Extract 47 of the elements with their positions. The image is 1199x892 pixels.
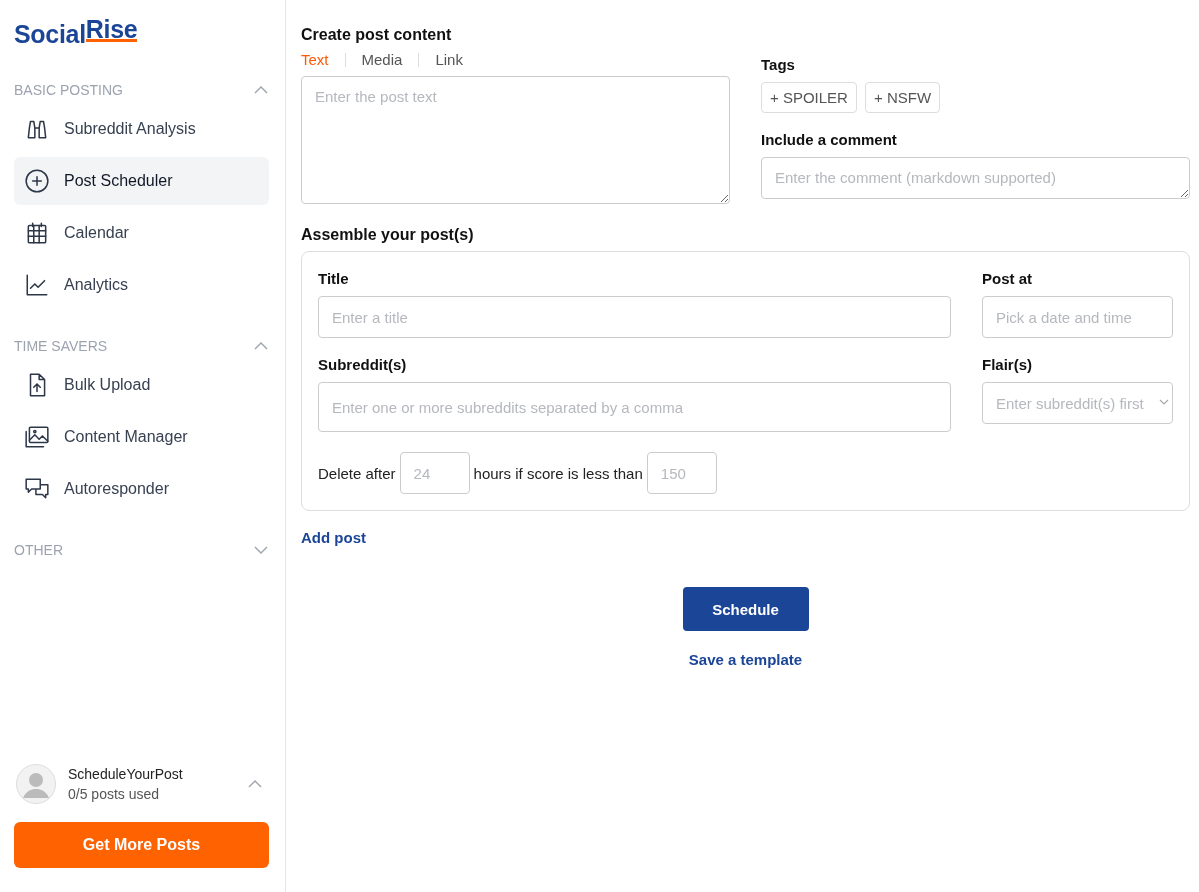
sidebar-item[interactable]: Content Manager [14,413,269,461]
subreddits-field[interactable]: Enter one or more subreddits separated by a comma [318,382,951,432]
title-field[interactable]: Enter a title [318,296,951,338]
account-chevron-icon[interactable] [247,779,263,789]
chevron-icon [1159,398,1169,406]
field-label: Include a comment [761,131,898,148]
account-name: ScheduleYourPost [68,766,184,782]
avatar [16,764,56,804]
tag-button[interactable]: + NSFW [864,82,941,113]
field-label: Subreddit(s) [318,356,408,373]
score-field[interactable]: 150 [646,452,717,494]
section-heading: Assemble your post(s) [301,226,475,244]
sidebar-item[interactable]: Autoresponder [14,465,269,513]
sidebar-item[interactable]: Post Scheduler [14,157,269,205]
collapse-chevron-icon[interactable] [253,85,269,95]
content-tab[interactable]: Media [361,51,403,68]
flair-select[interactable]: Enter subreddit(s) first [982,382,1173,424]
section-title: OTHER [14,542,63,558]
sidebar-item[interactable]: Subreddit Analysis [14,105,269,153]
plus-circle-icon [24,168,50,194]
comment-field[interactable]: Enter the comment (markdown supported) [761,157,1190,199]
date-time-field[interactable]: Pick a date and time [982,296,1173,338]
hours-field[interactable]: 24 [399,452,470,494]
field-label: Tags [761,56,796,73]
sidebar-item[interactable]: Calendar [14,209,269,257]
save-template-link[interactable]: Save a template [688,651,803,668]
section-title: TIME SAVERS [14,338,108,354]
section-heading: Create post content [301,26,453,44]
add-post-link[interactable]: Add post [301,529,366,546]
field-label: Post at [982,270,1033,287]
section-title: BASIC POSTING [14,82,123,98]
delete-rule-text: Delete after [318,464,396,482]
post-text-field[interactable]: Enter the post text [301,76,730,204]
tag-button[interactable]: + SPOILER [761,82,857,113]
sidebar-item[interactable]: Analytics [14,261,269,309]
brand-logo[interactable]: SocialRise [14,20,269,49]
field-label: Flair(s) [982,356,1033,373]
field-label: Title [318,270,350,287]
content-tab[interactable]: Link [435,51,463,68]
schedule-button[interactable]: Schedule [682,587,809,631]
delete-rule-text: hours if score is less than [473,464,643,482]
line-chart-icon [24,272,50,298]
usage-text: 0/5 posts used [68,786,161,802]
expand-chevron-icon[interactable] [253,545,269,555]
sidebar-item[interactable]: Bulk Upload [14,361,269,409]
collapse-chevron-icon[interactable] [253,341,269,351]
image-gallery-icon [24,424,50,450]
